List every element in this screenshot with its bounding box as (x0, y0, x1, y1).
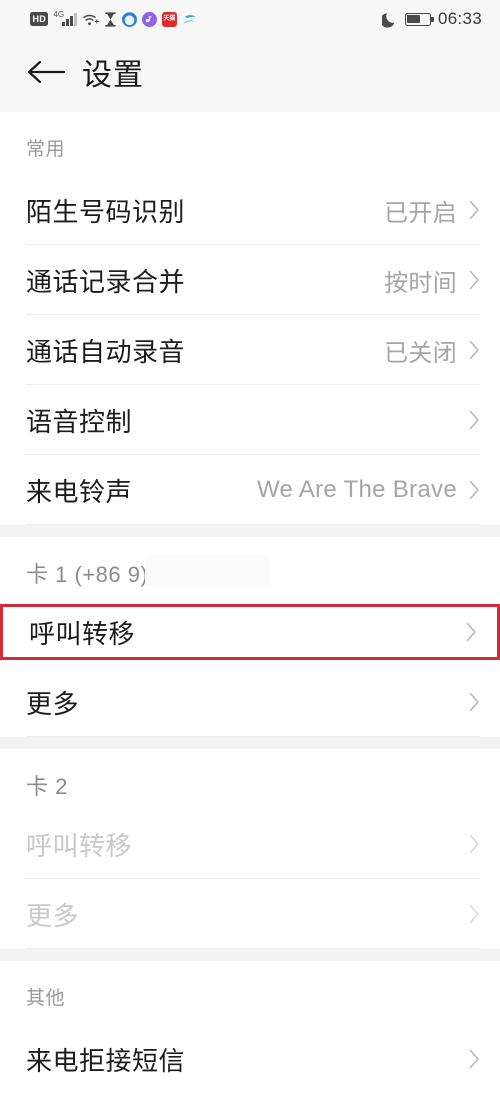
settings-row-value: We Are The Brave (256, 476, 457, 503)
settings-row: 呼叫转移 (0, 809, 500, 879)
settings-row[interactable]: 语音控制 (0, 385, 500, 455)
page-title: 设置 (82, 59, 144, 92)
row-divider (26, 524, 480, 525)
settings-row-label: 呼叫转移 (26, 830, 133, 861)
chevron-right-icon (469, 834, 479, 854)
hd-badge-icon: HD (30, 12, 49, 26)
section-divider (0, 737, 500, 749)
chevron-right-icon (469, 1049, 479, 1069)
chevron-right-icon (469, 904, 479, 924)
app-bar: 设置 (0, 38, 500, 112)
app-red-icon: 天猫 (161, 11, 177, 27)
settings-list: 常用陌生号码识别 已开启通话记录合并 按时间通话自动录音 已关闭语音控制来电铃声 We … (0, 112, 500, 1094)
section-divider (0, 949, 500, 961)
settings-row-label: 更多 (26, 900, 80, 931)
settings-row-label: 更多 (26, 688, 80, 719)
battery-icon (404, 12, 434, 26)
network-type-label: 4G (53, 9, 65, 19)
app-swoosh-icon (182, 12, 198, 27)
chevron-right-icon (469, 200, 479, 220)
settings-row-label: 来电铃声 (26, 476, 133, 507)
chevron-right-icon (469, 410, 479, 430)
row-divider (26, 948, 480, 949)
chevron-right-icon (469, 270, 479, 290)
settings-row[interactable]: 来电铃声 We Are The Brave (0, 455, 500, 525)
redacted-phone-number (145, 555, 270, 585)
settings-row-label: 陌生号码识别 (26, 196, 186, 227)
section-header: 常用 (0, 112, 500, 175)
wifi-icon (82, 12, 99, 27)
app-circle-blue-icon (121, 11, 137, 27)
settings-row-value: 已关闭 (384, 339, 457, 367)
sim-section-header: 卡 2 (0, 749, 500, 809)
settings-row[interactable]: 通话自动录音 已关闭 (0, 315, 500, 385)
signal-bars-icon: 4G (53, 9, 77, 26)
settings-row-label: 来电拒接短信 (26, 1045, 186, 1076)
section-header: 其他 (0, 961, 500, 1024)
settings-row-value: 已开启 (384, 199, 457, 227)
settings-row-label: 呼叫转移 (29, 618, 136, 649)
settings-row[interactable]: 更多 (0, 667, 500, 737)
settings-row-label: 通话自动录音 (26, 336, 186, 367)
status-bar-left-icons: HD 4G 天猫 (30, 9, 198, 27)
settings-row: 更多 (0, 879, 500, 949)
settings-row-label: 语音控制 (26, 406, 133, 437)
row-divider (26, 736, 480, 737)
settings-row[interactable]: 呼叫转移 (0, 604, 500, 660)
status-bar: HD 4G 天猫 06:33 (0, 0, 500, 38)
chevron-right-icon (469, 692, 479, 712)
status-bar-clock: 06:33 (437, 9, 482, 28)
status-bar-right-icons: 06:33 (381, 9, 482, 29)
moon-icon (381, 11, 398, 28)
settings-row[interactable]: 来电拒接短信 (0, 1024, 500, 1094)
section-divider (0, 525, 500, 537)
settings-row[interactable]: 通话记录合并 按时间 (0, 245, 500, 315)
chevron-right-icon (469, 340, 479, 360)
settings-row-label: 通话记录合并 (26, 266, 186, 297)
hourglass-icon (104, 11, 117, 27)
chevron-right-icon (466, 622, 476, 642)
back-arrow-icon[interactable] (26, 51, 68, 93)
sim-section-header: 卡 1 (+86 9) (0, 537, 500, 597)
settings-row-value: 按时间 (384, 269, 457, 297)
app-music-icon (141, 11, 157, 27)
chevron-right-icon (469, 480, 479, 500)
phone-screen: HD 4G 天猫 06:33 设置 常用 陌生号码识别 已开启 通话记录合并 按… (0, 0, 500, 1111)
settings-row[interactable]: 陌生号码识别 已开启 (0, 175, 500, 245)
